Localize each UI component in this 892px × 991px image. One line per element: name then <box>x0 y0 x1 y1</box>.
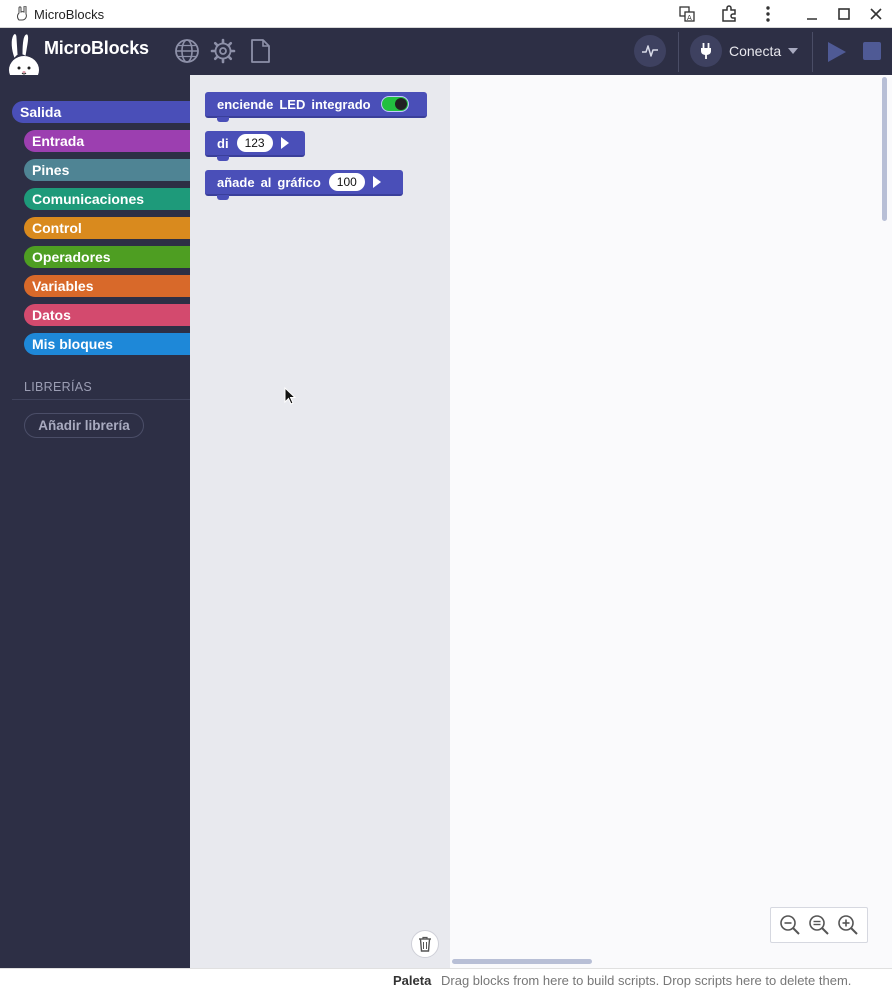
block-notch <box>217 195 229 200</box>
block-word: integrado <box>311 96 371 112</box>
category-mis-bloques[interactable]: Mis bloques <box>24 333 190 355</box>
zoom-in-icon[interactable] <box>837 914 859 936</box>
toggle-knob <box>394 98 407 110</box>
block-number-slot[interactable]: 100 <box>328 173 365 191</box>
libraries-divider <box>12 399 190 400</box>
maximize-icon[interactable] <box>834 4 854 24</box>
gear-icon[interactable] <box>210 38 236 64</box>
block-notch <box>217 117 229 122</box>
status-bar: Paleta Drag blocks from here to build sc… <box>0 968 892 991</box>
translate-icon[interactable]: A <box>677 4 697 24</box>
plug-icon <box>690 35 722 67</box>
zoom-controls <box>770 907 868 943</box>
category-pines[interactable]: Pines <box>24 159 190 181</box>
graph-icon <box>642 45 658 57</box>
block-enciende-led[interactable]: enciende LED integrado <box>205 92 427 122</box>
microblocks-app-icon <box>17 6 27 21</box>
block-word: gráfico <box>277 174 321 190</box>
window-titlebar: MicroBlocks A <box>0 0 892 28</box>
brand-title: MicroBlocks <box>44 38 149 58</box>
category-comunicaciones[interactable]: Comunicaciones <box>24 188 190 210</box>
category-datos[interactable]: Datos <box>24 304 190 326</box>
add-library-button[interactable]: Añadir librería <box>24 413 144 438</box>
mouse-cursor-icon <box>284 387 297 405</box>
category-operadores[interactable]: Operadores <box>24 246 190 268</box>
block-notch <box>217 156 229 161</box>
category-entrada[interactable]: Entrada <box>24 130 190 152</box>
extensions-icon[interactable] <box>719 4 739 24</box>
category-salida[interactable]: Salida <box>12 101 190 123</box>
led-toggle[interactable] <box>380 96 409 112</box>
play-icon[interactable] <box>828 42 846 62</box>
scripts-area[interactable] <box>450 75 892 968</box>
category-variables[interactable]: Variables <box>24 275 190 297</box>
expand-arrow-icon[interactable] <box>372 176 381 188</box>
svg-text:A: A <box>687 14 692 22</box>
main-toolbar: MicroBlocks Conecta <box>0 28 892 84</box>
vertical-scrollbar[interactable] <box>882 77 887 221</box>
block-word: di <box>217 135 229 151</box>
zoom-out-icon[interactable] <box>779 914 801 936</box>
window-title: MicroBlocks <box>34 7 105 22</box>
toolbar-divider <box>812 32 813 72</box>
minimize-icon[interactable] <box>802 4 822 24</box>
globe-icon[interactable] <box>174 38 200 64</box>
trash-icon <box>419 936 431 952</box>
block-palette[interactable]: enciende LED integrado di 123 añade al g… <box>190 75 450 968</box>
category-control[interactable]: Control <box>24 217 190 239</box>
block-word: añade <box>217 174 255 190</box>
block-di[interactable]: di 123 <box>205 131 305 161</box>
connect-button[interactable]: Conecta <box>690 35 799 67</box>
zoom-reset-icon[interactable] <box>808 914 830 936</box>
close-icon[interactable] <box>866 4 886 24</box>
libraries-heading: LIBRERÍAS <box>24 380 93 394</box>
file-icon[interactable] <box>248 38 274 64</box>
category-sidebar: Salida Entrada Pines Comunicaciones Cont… <box>0 75 190 968</box>
expand-arrow-icon[interactable] <box>280 137 289 149</box>
trash-button[interactable] <box>411 930 439 958</box>
block-word: enciende <box>217 96 274 112</box>
block-number-slot[interactable]: 123 <box>236 134 273 152</box>
status-message: Drag blocks from here to build scripts. … <box>441 973 852 988</box>
block-word: al <box>260 174 272 190</box>
status-title: Paleta <box>393 973 432 988</box>
connect-label: Conecta <box>729 43 782 59</box>
chevron-down-icon <box>788 48 799 54</box>
menu-icon[interactable] <box>758 4 778 24</box>
stop-icon[interactable] <box>863 42 881 60</box>
block-anade-grafico[interactable]: añade al gráfico 100 <box>205 170 403 200</box>
block-word: LED <box>279 96 306 112</box>
horizontal-scrollbar[interactable] <box>452 959 592 964</box>
graph-button[interactable] <box>634 35 666 67</box>
toolbar-divider <box>678 32 679 72</box>
